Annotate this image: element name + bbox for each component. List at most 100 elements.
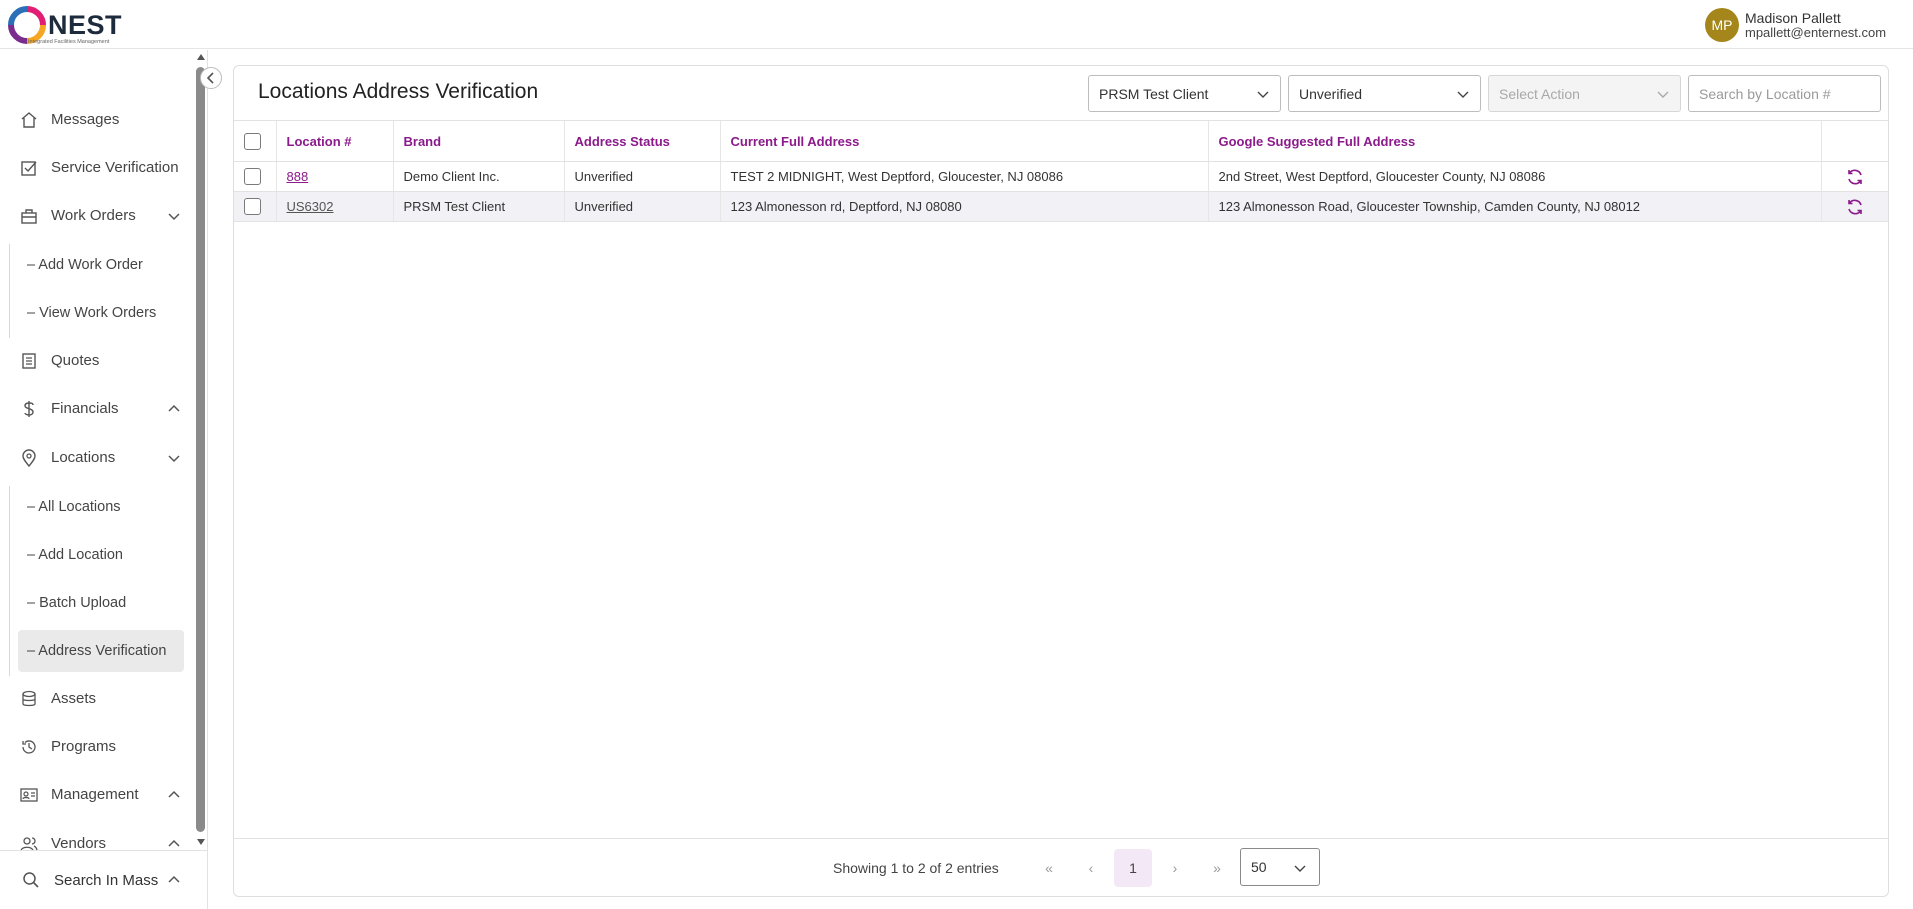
current-address-cell: TEST 2 MIDNIGHT, West Deptford, Gloucest… xyxy=(719,161,1208,192)
dollar-icon xyxy=(24,401,34,417)
page-size-select[interactable]: 50 xyxy=(1240,848,1320,886)
column-header-google-address[interactable]: Google Suggested Full Address xyxy=(1207,120,1821,162)
collapse-sidebar-button[interactable] xyxy=(200,67,222,89)
history-icon xyxy=(22,740,36,754)
logo-tagline: Integrated Facilities Management xyxy=(28,39,110,45)
select-all-checkbox[interactable] xyxy=(244,132,261,150)
sidebar-item-label: Messages xyxy=(51,111,120,128)
sidebar-item-add-work-order[interactable]: – Add Work Order xyxy=(18,244,184,286)
sidebar-item-address-verification[interactable]: – Address Verification xyxy=(18,630,184,672)
sidebar-item-locations[interactable]: Locations xyxy=(18,438,184,478)
status-select-value: Unverified xyxy=(1299,86,1363,102)
location-link[interactable]: US6302 xyxy=(287,199,334,214)
table-header-row: Location # Brand Address Status Current … xyxy=(234,120,1888,162)
sidebar-item-management[interactable]: Management xyxy=(18,775,184,815)
chevron-down-icon xyxy=(168,213,180,221)
nest-logo[interactable]: NEST Integrated Facilities Management xyxy=(8,4,123,46)
last-page-button[interactable]: » xyxy=(1198,849,1236,887)
users-icon xyxy=(20,837,38,850)
page-button-current[interactable]: 1 xyxy=(1114,849,1152,887)
sidebar-item-label: Management xyxy=(51,786,139,803)
scroll-thumb[interactable] xyxy=(196,67,205,832)
location-search-input[interactable] xyxy=(1688,75,1881,112)
google-address-cell: 123 Almonesson Road, Gloucester Township… xyxy=(1207,191,1821,222)
status-select[interactable]: Unverified xyxy=(1288,75,1481,112)
chevron-up-icon xyxy=(168,875,180,883)
client-select-value: PRSM Test Client xyxy=(1099,86,1209,102)
sidebar-item-label: Vendors xyxy=(51,835,107,850)
sidebar-item-label: – Add Location xyxy=(27,547,123,563)
next-page-button[interactable]: › xyxy=(1156,849,1194,887)
current-address-cell: 123 Almonesson rd, Deptford, NJ 08080 xyxy=(719,191,1208,222)
sidebar-item-label: – View Work Orders xyxy=(27,305,157,321)
status-cell: Unverified xyxy=(563,161,720,192)
chevron-left-icon xyxy=(206,72,214,84)
search-in-mass-label: Search In Mass xyxy=(54,872,159,889)
sidebar-item-label: Locations xyxy=(51,449,116,466)
map-pin-icon xyxy=(22,449,36,467)
sidebar-item-label: – All Locations xyxy=(27,499,121,515)
user-menu[interactable]: MP Madison Pallett mpallett@enternest.co… xyxy=(1705,8,1895,42)
sidebar-item-label: Assets xyxy=(51,690,97,707)
entries-summary: Showing 1 to 2 of 2 entries xyxy=(833,860,999,876)
user-name: Madison Pallett xyxy=(1745,10,1841,26)
brand-cell: Demo Client Inc. xyxy=(392,161,564,192)
google-address-cell: 2nd Street, West Deptford, Gloucester Co… xyxy=(1207,161,1821,192)
sidebar-item-label: – Batch Upload xyxy=(27,595,127,611)
sidebar-item-financials[interactable]: Financials xyxy=(18,389,184,429)
sidebar-item-label: Programs xyxy=(51,738,117,755)
refresh-icon[interactable] xyxy=(1846,168,1864,186)
sidebar-item-label: Work Orders xyxy=(51,207,136,224)
sidebar-scrollbar[interactable] xyxy=(195,50,207,850)
search-in-mass[interactable]: Search In Mass xyxy=(0,850,207,909)
client-select[interactable]: PRSM Test Client xyxy=(1088,75,1281,112)
column-header-status[interactable]: Address Status xyxy=(563,120,720,162)
chevron-down-icon xyxy=(1294,865,1306,872)
database-icon xyxy=(22,690,36,707)
sidebar-item-label: Financials xyxy=(51,400,119,417)
action-select: Select Action xyxy=(1488,75,1681,112)
column-header-actions xyxy=(1820,120,1888,162)
home-icon xyxy=(21,112,37,128)
sidebar-item-service-verification[interactable]: Service Verification xyxy=(18,148,184,188)
sidebar-item-messages[interactable]: Messages xyxy=(18,100,184,140)
row-checkbox[interactable] xyxy=(244,168,261,186)
sidebar-item-label: Quotes xyxy=(51,352,100,369)
scroll-up-arrow-icon[interactable] xyxy=(197,54,205,60)
chevron-up-icon xyxy=(168,839,180,847)
logo-text: NEST xyxy=(48,10,123,40)
submenu-line xyxy=(9,244,10,338)
sidebar-nav: Messages Service Verification Work Order… xyxy=(0,50,195,850)
column-header-current-address[interactable]: Current Full Address xyxy=(719,120,1208,162)
select-all-header xyxy=(234,120,276,162)
column-header-brand[interactable]: Brand xyxy=(392,120,564,162)
brand-cell: PRSM Test Client xyxy=(392,191,564,222)
sidebar-item-view-work-orders[interactable]: – View Work Orders xyxy=(18,292,184,334)
scroll-down-arrow-icon[interactable] xyxy=(197,839,205,845)
row-checkbox[interactable] xyxy=(244,198,261,216)
address-table: Location # Brand Address Status Current … xyxy=(234,120,1888,222)
sidebar-item-batch-upload[interactable]: – Batch Upload xyxy=(18,582,184,624)
chevron-down-icon xyxy=(1657,91,1669,98)
refresh-icon[interactable] xyxy=(1846,198,1864,216)
location-link[interactable]: 888 xyxy=(287,169,309,184)
sidebar-item-add-location[interactable]: – Add Location xyxy=(18,534,184,576)
sidebar-item-assets[interactable]: Assets xyxy=(18,679,184,719)
sidebar-item-vendors[interactable]: Vendors xyxy=(18,824,184,850)
sidebar-item-work-orders[interactable]: Work Orders xyxy=(18,196,184,236)
sidebar-item-quotes[interactable]: Quotes xyxy=(18,341,184,381)
column-header-location[interactable]: Location # xyxy=(275,120,393,162)
sidebar-item-programs[interactable]: Programs xyxy=(18,727,184,767)
prev-page-button[interactable]: ‹ xyxy=(1072,849,1110,887)
action-select-placeholder: Select Action xyxy=(1499,86,1580,102)
table-row: US6302 PRSM Test Client Unverified 123 A… xyxy=(234,191,1888,222)
chevron-up-icon xyxy=(168,790,180,798)
top-bar: NEST Integrated Facilities Management MP… xyxy=(0,0,1913,49)
avatar[interactable]: MP xyxy=(1705,8,1739,42)
sidebar: Messages Service Verification Work Order… xyxy=(0,50,222,909)
submenu-line xyxy=(9,486,10,676)
page-title: Locations Address Verification xyxy=(258,80,539,103)
first-page-button[interactable]: « xyxy=(1030,849,1068,887)
sidebar-item-all-locations[interactable]: – All Locations xyxy=(18,486,184,528)
sidebar-item-label: – Add Work Order xyxy=(27,257,143,273)
